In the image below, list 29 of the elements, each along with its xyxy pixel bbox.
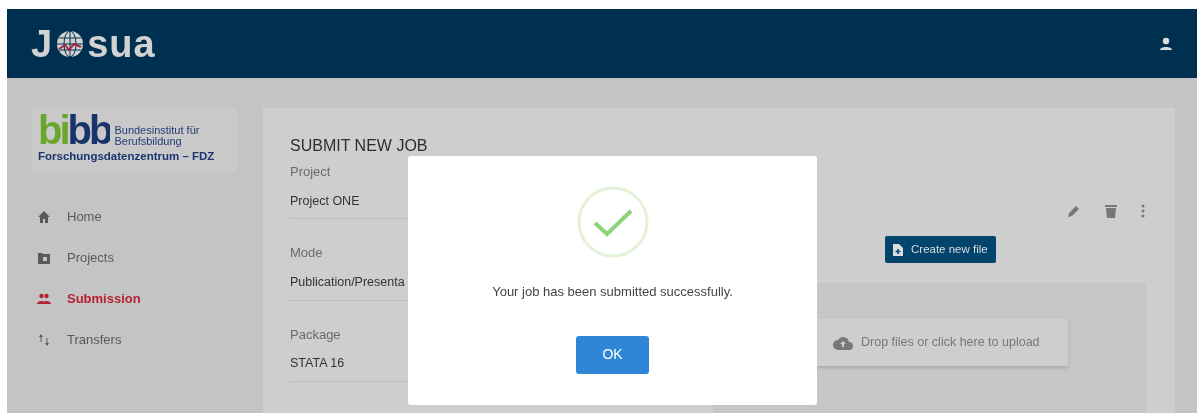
logo-text: sua <box>87 24 156 63</box>
people-icon <box>37 291 51 306</box>
globe-icon <box>55 28 86 59</box>
success-check-icon <box>576 186 649 258</box>
nav-item[interactable]: Home <box>32 196 263 237</box>
field-label: Package <box>290 325 341 344</box>
nav-item[interactable]: Projects <box>32 237 263 278</box>
user-icon[interactable] <box>1159 36 1173 51</box>
nav-item[interactable]: Transfers <box>32 319 263 360</box>
field-label: Mode <box>290 244 323 263</box>
ok-button[interactable]: OK <box>576 335 649 374</box>
upload-text: Drop files or click here to upload <box>861 334 1040 352</box>
trash-icon[interactable] <box>1105 204 1117 218</box>
nav-item[interactable]: Submission <box>32 278 263 319</box>
arrows-icon <box>37 332 51 347</box>
logo-text: J <box>31 24 54 63</box>
dialog-message: Your job has been submitted successfully. <box>492 283 733 301</box>
form-title: SUBMIT NEW JOB <box>290 136 429 156</box>
home-icon <box>37 209 51 224</box>
cloud-upload-icon <box>833 335 853 350</box>
file-plus-icon <box>893 243 903 256</box>
logo-line: Berufsbildung <box>114 136 183 148</box>
create-file-button[interactable]: Create new file <box>885 236 996 264</box>
more-icon[interactable] <box>1141 204 1145 218</box>
field-label: Project <box>290 163 331 181</box>
logo-subtitle: Forschungsdatenzentrum – FDZ <box>38 149 216 164</box>
folder-icon <box>37 250 51 265</box>
pencil-icon[interactable] <box>1067 204 1081 218</box>
logo-line: Bundesinstitut für <box>114 124 200 137</box>
